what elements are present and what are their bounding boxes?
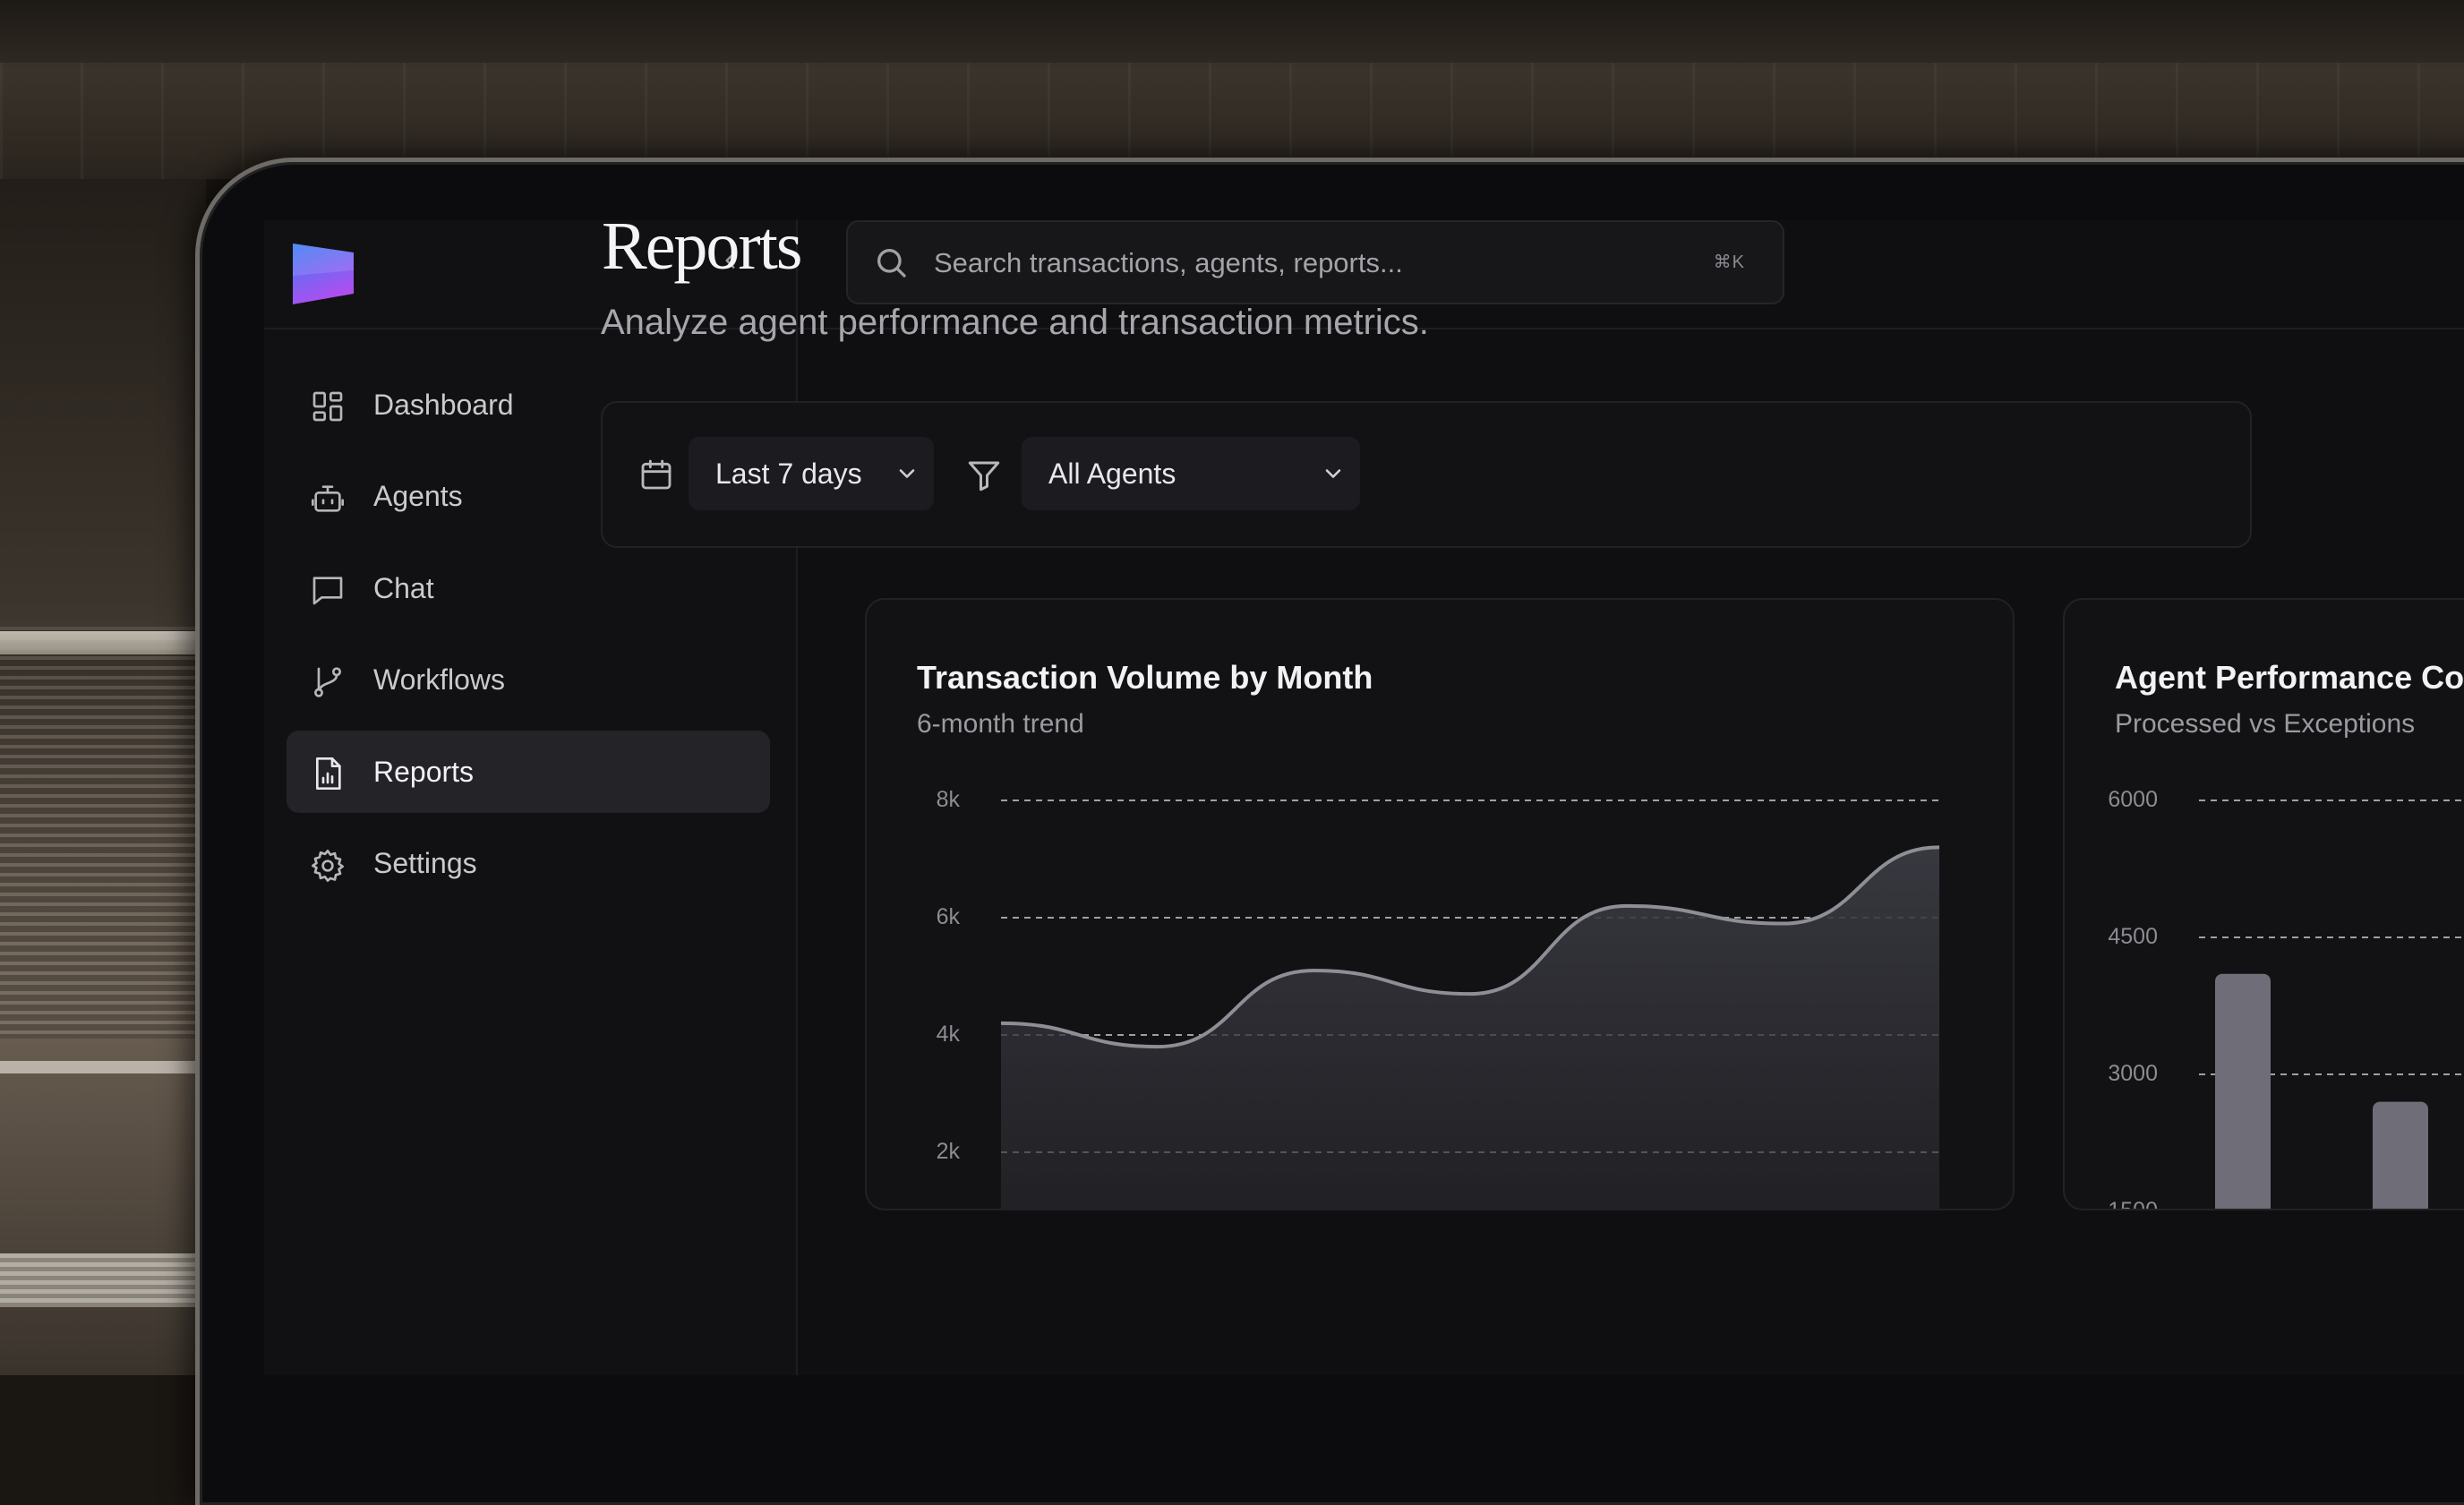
search-placeholder: Search transactions, agents, reports...	[934, 247, 1403, 279]
page-subtitle: Analyze agent performance and transactio…	[601, 303, 1429, 343]
date-range-select[interactable]: Last 7 days	[689, 437, 934, 510]
agent-select[interactable]: All Agents	[1022, 437, 1360, 510]
transaction-volume-chart	[867, 600, 2013, 1209]
search-icon	[873, 244, 909, 280]
background-blinds	[0, 627, 206, 1039]
chat-bubble-icon	[310, 572, 346, 608]
git-branch-icon	[310, 664, 346, 700]
page-title: Reports	[602, 208, 800, 286]
sidebar-item-label: Chat	[373, 572, 434, 605]
bar	[2373, 1102, 2428, 1209]
area-fill	[1001, 847, 1939, 1209]
agent-performance-card: Agent Performance Co Processed vs Except…	[2063, 598, 2464, 1210]
chevron-down-icon	[1321, 461, 1346, 486]
sidebar-item-workflows[interactable]: Workflows	[287, 639, 770, 722]
sidebar: Dashboard Agents Chat Workflows Reports …	[264, 220, 798, 1375]
background-light-strip	[0, 1061, 206, 1073]
gear-icon	[310, 848, 346, 884]
dashboard-grid-icon	[310, 389, 346, 424]
sidebar-item-label: Settings	[373, 847, 477, 880]
keyboard-shortcut-badge: ⌘K	[1714, 251, 1745, 273]
background-light-strip	[0, 1253, 206, 1307]
sidebar-item-label: Workflows	[373, 663, 505, 697]
bot-icon	[310, 481, 346, 517]
sidebar-item-reports[interactable]: Reports	[287, 731, 770, 813]
transaction-volume-card: Transaction Volume by Month 6-month tren…	[865, 598, 2015, 1210]
brand-logo[interactable]	[289, 240, 357, 308]
search-input[interactable]: Search transactions, agents, reports... …	[846, 220, 1784, 304]
sidebar-item-settings[interactable]: Settings	[287, 823, 770, 905]
filter-icon[interactable]	[965, 457, 1003, 494]
agent-value: All Agents	[1048, 457, 1176, 491]
sidebar-item-label: Agents	[373, 480, 463, 513]
agent-performance-chart	[2065, 600, 2464, 1209]
calendar-icon	[638, 457, 674, 492]
bar	[2215, 974, 2271, 1209]
sidebar-item-label: Reports	[373, 756, 474, 789]
sidebar-item-chat[interactable]: Chat	[287, 547, 770, 629]
filter-bar: Last 7 days All Agents	[601, 401, 2252, 548]
sidebar-item-label: Dashboard	[373, 389, 514, 422]
date-range-value: Last 7 days	[715, 457, 862, 491]
background-beam	[0, 0, 2464, 63]
chevron-down-icon	[894, 461, 920, 486]
background-light-strip	[0, 631, 206, 654]
report-chart-icon	[310, 756, 346, 791]
